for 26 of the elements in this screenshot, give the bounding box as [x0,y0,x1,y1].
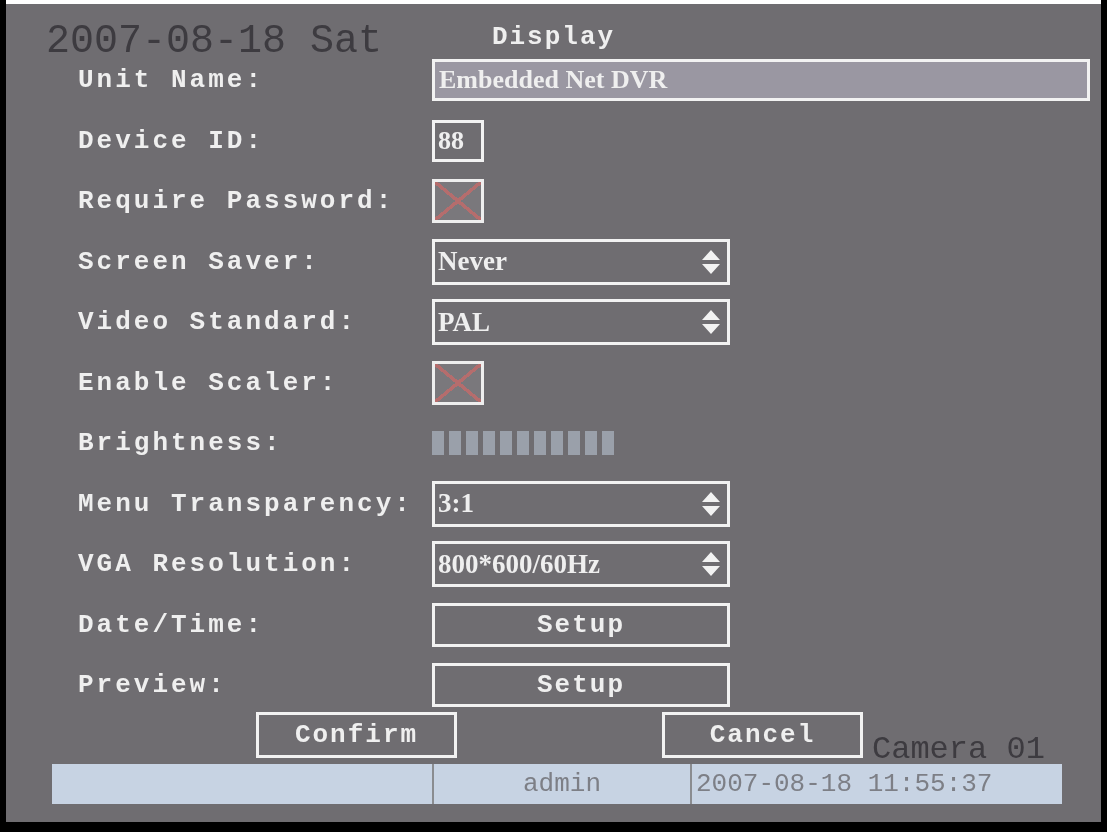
dropdown[interactable]: Never [432,238,730,285]
field-label: Require Password: [78,185,396,218]
field-label: Screen Saver: [78,245,321,278]
status-datetime: 2007-08-18 11:55:37 [695,767,994,801]
field-label: Video Standard: [78,306,359,339]
field-label: Enable Scaler: [78,366,340,399]
field-label: VGA Resolution: [78,548,359,581]
menu-title: Display [491,21,616,54]
checkbox[interactable] [432,360,484,405]
number-field[interactable]: 88 [432,119,484,162]
setup-button[interactable]: Setup [432,663,730,708]
confirm-button[interactable]: Confirm [256,711,457,758]
field-label: Preview: [78,669,228,702]
cancel-button[interactable]: Cancel [662,711,863,758]
checkbox[interactable] [432,179,484,224]
field-label: Menu Transparency: [78,487,414,520]
field-label: Device ID: [78,124,266,157]
dropdown[interactable]: 800*600/60Hz [432,541,730,588]
field-label: Unit Name: [78,64,266,97]
user-name: admin [434,763,692,804]
setup-button[interactable]: Setup [432,602,730,647]
text-field[interactable]: Embedded Net DVR [432,59,1090,102]
dropdown[interactable]: PAL [432,299,730,346]
field-label: Brightness: [78,427,284,460]
field-label: Date/Time: [78,608,266,641]
dropdown[interactable]: 3:1 [432,480,730,527]
